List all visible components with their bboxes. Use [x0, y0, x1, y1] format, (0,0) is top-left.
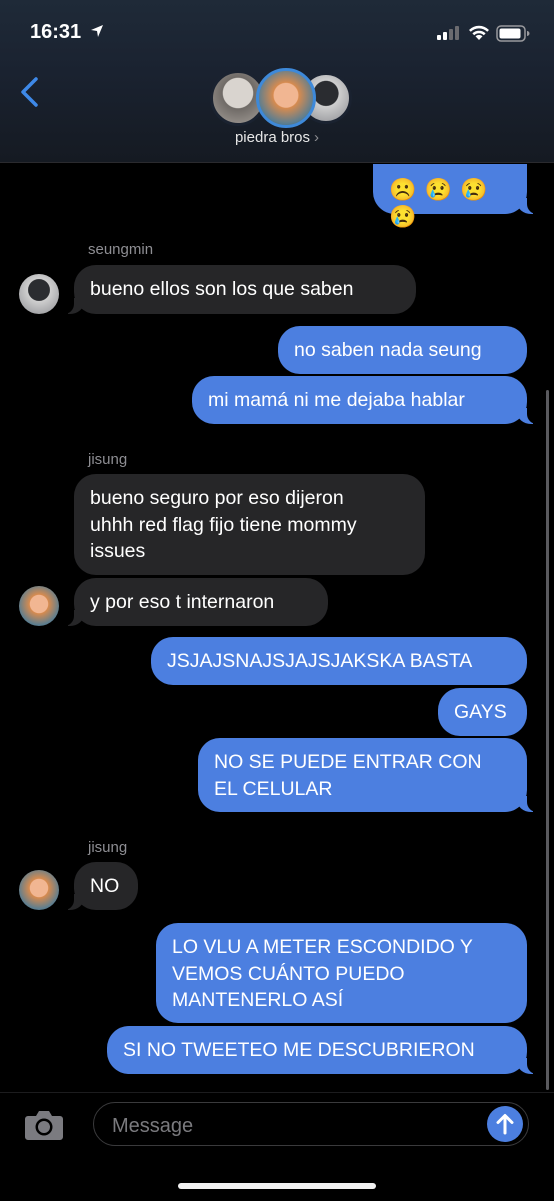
group-name-label: piedra bros [234, 129, 311, 146]
message-text: ☹️ 😢 😢 😢 [389, 177, 489, 229]
message-text-line: EL CELULAR [214, 778, 333, 800]
message-bubble-outgoing[interactable]: NO SE PUEDE ENTRAR CON EL CELULAR [198, 738, 541, 812]
message-text-line: LO VLU A METER ESCONDIDO Y [172, 936, 473, 958]
signal-icon [437, 26, 459, 40]
scrollbar[interactable] [546, 390, 549, 1090]
chevron-right-icon: › [314, 129, 320, 146]
message-text-line: VEMOS CUÁNTO PUEDO [172, 962, 405, 985]
group-avatars[interactable] [210, 68, 352, 128]
message-text-line: MANTENERLO ASÍ [172, 989, 344, 1011]
message-text: NO [90, 875, 120, 897]
message-text: y por eso t internaron [90, 591, 275, 613]
message-bubble-outgoing[interactable]: LO VLU A METER ESCONDIDO Y VEMOS CUÁNTO … [156, 923, 527, 1023]
message-bubble-outgoing[interactable]: JSJAJSNAJSJAJSJAKSKA BASTA [151, 637, 527, 685]
location-arrow-icon [91, 25, 103, 37]
message-bubble-incoming[interactable]: bueno ellos son los que saben [60, 265, 416, 314]
message-text-line: bueno seguro por eso dijeron [90, 487, 344, 509]
battery-icon [496, 25, 530, 42]
message-text-line: issues [90, 540, 146, 562]
status-time: 16:31 [30, 21, 82, 43]
avatar [256, 68, 316, 128]
message-bubble-outgoing[interactable]: SI NO TWEETEO ME DESCUBRIERON [107, 1026, 541, 1074]
sender-name: jisung [88, 839, 128, 856]
arrow-up-icon [496, 1114, 514, 1135]
sender-name: jisung [88, 451, 128, 468]
group-name[interactable]: piedra bros › [0, 129, 554, 146]
wifi-icon [469, 25, 489, 40]
message-bubble-incoming[interactable]: y por eso t internaron [60, 578, 328, 626]
message-bubble-outgoing[interactable]: no saben nada seung [278, 326, 527, 374]
message-field[interactable] [93, 1102, 529, 1146]
message-bubble-outgoing[interactable]: GAYS [438, 688, 527, 736]
avatar[interactable] [19, 586, 59, 626]
home-indicator[interactable] [178, 1183, 376, 1189]
message-text: bueno ellos son los que saben [90, 278, 354, 300]
message-bubble-outgoing[interactable]: ☹️ 😢 😢 😢 [373, 164, 541, 229]
message-text: JSJAJSNAJSJAJSJAKSKA BASTA [167, 650, 473, 672]
message-text: SI NO TWEETEO ME DESCUBRIERON [123, 1039, 475, 1061]
message-text: GAYS [454, 701, 507, 723]
avatar[interactable] [19, 274, 59, 314]
conversation-header: 16:31 piedra bros › [0, 0, 554, 163]
message-bubble-incoming[interactable]: bueno seguro por eso dijeron uhhh red fl… [74, 474, 425, 575]
avatar[interactable] [19, 870, 59, 910]
send-button[interactable] [487, 1106, 523, 1142]
back-chevron-icon[interactable] [18, 76, 42, 108]
message-bubble-incoming[interactable]: NO [60, 862, 138, 910]
message-text-line: NO SE PUEDE ENTRAR CON [214, 751, 482, 773]
sender-name: seungmin [88, 241, 154, 258]
message-bubble-outgoing[interactable]: mi mamá ni me dejaba hablar [192, 376, 541, 424]
message-input[interactable] [110, 1111, 474, 1141]
message-text: no saben nada seung [294, 339, 482, 361]
message-text-line: uhhh red flag fijo tiene mommy [90, 513, 357, 536]
message-text: mi mamá ni me dejaba hablar [208, 389, 465, 411]
camera-icon[interactable] [24, 1108, 64, 1142]
